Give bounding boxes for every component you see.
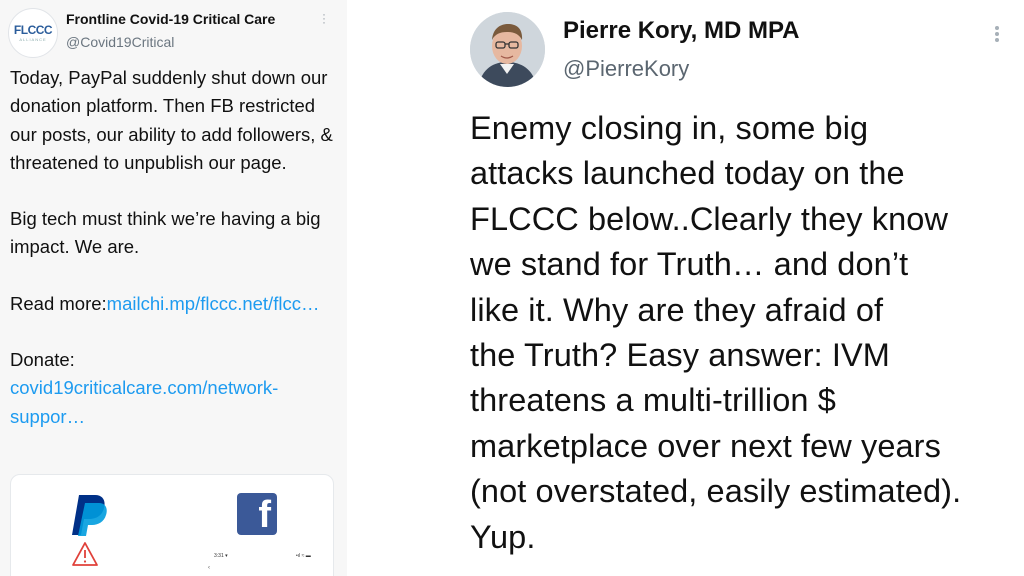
more-options-icon[interactable] xyxy=(992,24,1002,44)
mini-status-icons: •ıl ≈ ▬ xyxy=(296,553,311,559)
flccc-tweet-panel: FLCCC ALLIANCE Frontline Covid-19 Critic… xyxy=(0,0,347,576)
warning-triangle-icon xyxy=(72,542,98,566)
mini-status-time: 3:31 ▾ xyxy=(214,553,228,559)
tweet-line: attacks launched today on the xyxy=(470,155,905,192)
donate-label: Donate: xyxy=(10,349,75,371)
more-options-icon[interactable]: · · · xyxy=(320,8,328,28)
read-more-line: Read more:mailchi.mp/flccc.net/flcc… xyxy=(10,290,340,318)
kory-author-name[interactable]: Pierre Kory, MD MPA xyxy=(563,17,800,45)
flccc-tweet-text: Today, PayPal suddenly shut down our don… xyxy=(10,64,340,431)
tweet-line: marketplace over next few years xyxy=(470,427,941,464)
kory-avatar[interactable] xyxy=(470,12,545,87)
attached-image-card[interactable]: f 3:31 ▾ •ıl ≈ ▬ ‹ xyxy=(10,474,334,576)
flccc-avatar-logo: FLCCC xyxy=(13,23,53,37)
donate-line: Donate: covid19criticalcare.com/network-… xyxy=(10,346,340,431)
read-more-label: Read more: xyxy=(10,292,107,314)
tweet-line: Yup. xyxy=(470,518,536,555)
flccc-avatar-subtext: ALLIANCE xyxy=(19,37,47,42)
tweet-line: threatens a multi-trillion $ xyxy=(470,382,836,419)
tweet-line: the Truth? Easy answer: IVM xyxy=(470,337,890,374)
tweet-line: (not overstated, easily estimated). xyxy=(470,473,962,510)
tweet-line: like it. Why are they afraid of xyxy=(470,291,884,328)
kory-tweet-panel: Pierre Kory, MD MPA @PierreKory Enemy cl… xyxy=(347,0,1024,576)
tweet-paragraph-2: Big tech must think we’re having a big i… xyxy=(10,208,321,258)
kory-author-handle[interactable]: @PierreKory xyxy=(563,56,689,82)
flccc-author-handle[interactable]: @Covid19Critical xyxy=(66,34,174,50)
mini-back-arrow-icon: ‹ xyxy=(208,565,210,571)
read-more-link[interactable]: mailchi.mp/flccc.net/flcc… xyxy=(107,293,320,314)
tweet-line: FLCCC below..Clearly they know xyxy=(470,200,949,237)
tweet-paragraph-1: Today, PayPal suddenly shut down our don… xyxy=(10,67,333,173)
flccc-avatar[interactable]: FLCCC ALLIANCE xyxy=(8,8,58,58)
flccc-author-name[interactable]: Frontline Covid-19 Critical Care xyxy=(66,11,275,27)
tweet-line: we stand for Truth… and don’t xyxy=(470,246,909,283)
paypal-logo-icon xyxy=(72,495,107,536)
facebook-logo-icon: f xyxy=(237,493,277,535)
tweet-line: Enemy closing in, some big xyxy=(470,110,869,146)
donate-link[interactable]: covid19criticalcare.com/network-suppor… xyxy=(10,377,278,426)
kory-tweet-text: Enemy closing in, some big attacks launc… xyxy=(470,106,1015,560)
person-photo-icon xyxy=(470,12,545,87)
